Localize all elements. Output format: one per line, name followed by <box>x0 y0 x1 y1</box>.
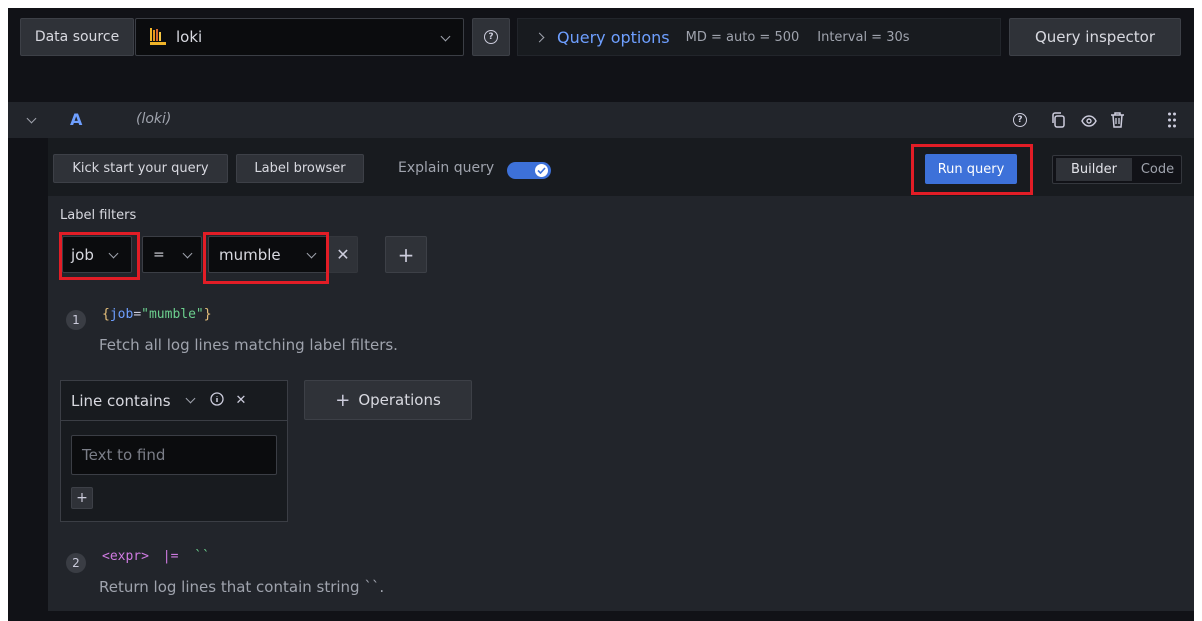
code-mode-tab[interactable]: Code <box>1135 158 1180 181</box>
explain-query-toggle[interactable] <box>507 162 551 179</box>
query-editor-frame: Data source loki ? Query options MD = au… <box>8 8 1194 621</box>
run-query-button[interactable]: Run query <box>925 154 1017 184</box>
add-filter-button[interactable]: + <box>385 236 427 273</box>
expr-key: job <box>109 307 134 322</box>
query-inspector-label: Query inspector <box>1034 28 1156 46</box>
chevron-down-icon <box>440 31 451 42</box>
query-inspector-button[interactable]: Query inspector <box>1009 18 1181 56</box>
step-expression: {job="mumble"} <box>102 307 212 322</box>
label-value-text: mumble <box>219 245 281 264</box>
expr-value: "mumble" <box>141 307 204 322</box>
query-row-header[interactable]: A (loki) ? <box>8 102 1194 138</box>
step-description: Fetch all log lines matching label filte… <box>99 336 398 354</box>
label-value-select[interactable]: mumble <box>208 236 328 273</box>
explain-query-label: Explain query <box>398 160 495 176</box>
chevron-down-icon <box>182 248 193 259</box>
datasource-label-box: Data source <box>20 18 134 56</box>
kick-start-button[interactable]: Kick start your query <box>53 154 228 183</box>
close-icon: ✕ <box>336 245 350 264</box>
text-to-find-placeholder: Text to find <box>82 446 166 464</box>
label-operator-value: = <box>153 246 165 263</box>
collapse-chevron-icon[interactable] <box>26 113 37 124</box>
operation-name[interactable]: Line contains <box>71 392 171 410</box>
help-icon: ? <box>484 30 498 44</box>
code-label: Code <box>1140 162 1175 177</box>
text-to-find-input[interactable]: Text to find <box>71 435 277 475</box>
eye-icon[interactable] <box>1081 113 1097 132</box>
duplicate-query-icon[interactable] <box>1050 111 1066 133</box>
chevron-down-icon <box>108 248 119 259</box>
datasource-label: Data source <box>34 29 120 45</box>
loki-logo-icon <box>148 27 168 47</box>
check-icon <box>535 164 548 177</box>
expr-string: `` <box>194 549 210 564</box>
expr-eq: = <box>133 307 142 322</box>
label-operator-select[interactable]: = <box>142 236 202 273</box>
step-number: 1 <box>66 310 86 330</box>
drag-handle-icon[interactable] <box>1168 112 1176 132</box>
kick-start-label: Kick start your query <box>72 161 209 176</box>
plus-icon: + <box>335 389 351 411</box>
add-operations-button[interactable]: + Operations <box>304 380 472 420</box>
builder-mode-tab[interactable]: Builder <box>1056 158 1132 181</box>
step-number: 2 <box>66 553 86 573</box>
datasource-help-button[interactable]: ? <box>472 18 510 56</box>
query-ref-id[interactable]: A <box>70 110 82 129</box>
label-key-select[interactable]: job <box>62 236 132 273</box>
expr-brace: } <box>203 307 212 322</box>
label-browser-button[interactable]: Label browser <box>236 154 364 183</box>
query-datasource-name: (loki) <box>136 111 172 127</box>
max-datapoints-info: MD = auto = 500 <box>685 29 800 45</box>
chevron-down-icon[interactable] <box>185 393 195 404</box>
add-param-button[interactable]: + <box>71 487 93 509</box>
expr-tag: <expr> <box>102 549 149 564</box>
operation-card: Line contains ✕ Text to find + <box>60 380 288 522</box>
query-options-bar[interactable]: Query options MD = auto = 500 Interval =… <box>517 18 1001 56</box>
step-description: Return log lines that contain string ``. <box>99 578 385 596</box>
remove-filter-button[interactable]: ✕ <box>328 236 358 273</box>
plus-icon: + <box>397 242 415 267</box>
operation-header: Line contains ✕ <box>61 381 287 421</box>
builder-label: Builder <box>1071 162 1117 177</box>
query-options-toggle[interactable]: Query options <box>557 28 670 47</box>
label-filters-title: Label filters <box>60 208 137 223</box>
expr-operator: |= <box>162 549 179 564</box>
chevron-down-icon <box>306 248 317 259</box>
plus-icon: + <box>76 490 88 506</box>
datasource-value: loki <box>176 28 203 46</box>
info-icon[interactable] <box>209 391 224 410</box>
step-expression: <expr> |= `` <box>102 549 210 564</box>
chevron-right-icon <box>534 32 545 42</box>
label-browser-label: Label browser <box>254 161 346 176</box>
close-icon[interactable]: ✕ <box>236 393 247 408</box>
editor-mode-switch: Builder Code <box>1052 155 1182 184</box>
add-operations-label: Operations <box>358 391 441 409</box>
trash-icon[interactable] <box>1110 111 1125 132</box>
expr-brace: { <box>102 307 110 322</box>
datasource-picker[interactable]: loki <box>135 18 464 56</box>
interval-info: Interval = 30s <box>817 29 910 45</box>
label-key-value: job <box>71 245 94 264</box>
run-query-label: Run query <box>937 161 1005 177</box>
help-icon[interactable]: ? <box>1013 113 1027 127</box>
